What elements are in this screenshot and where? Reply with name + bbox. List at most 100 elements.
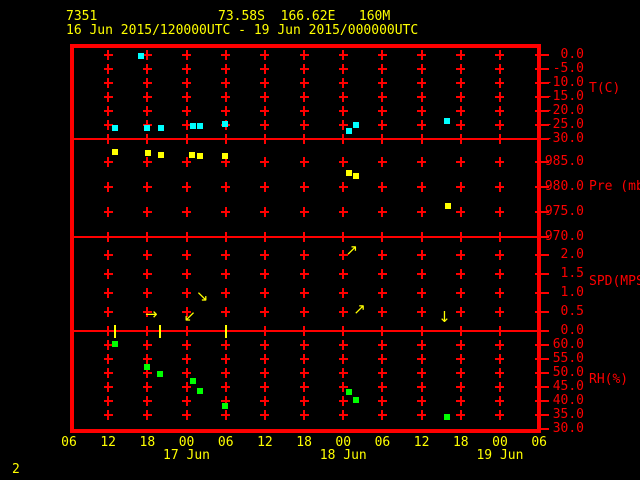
grid-plus: [459, 367, 462, 378]
time-range: 16 Jun 2015/120000UTC - 19 Jun 2015/0000…: [66, 23, 419, 38]
grid-plus: [263, 206, 266, 217]
grid-plus: [185, 395, 188, 406]
grid-stub: [538, 325, 541, 336]
grid-plus: [538, 249, 541, 260]
grid-plus: [263, 249, 266, 260]
grid-plus: [459, 287, 462, 298]
grid-plus: [146, 249, 149, 260]
humidity-point: [444, 413, 451, 420]
grid-plus: [538, 395, 541, 406]
grid-plus: [538, 105, 541, 116]
grid-plus: [420, 105, 423, 116]
grid-plus: [538, 156, 541, 167]
grid-plus: [263, 50, 266, 60]
grid-plus: [263, 77, 266, 88]
grid-plus: [498, 77, 501, 88]
grid-plus: [459, 63, 462, 74]
grid-plus: [185, 63, 188, 74]
grid-plus: [303, 339, 306, 350]
grid-plus: [107, 50, 110, 60]
grid-plus: [498, 105, 501, 116]
grid-plus: [459, 50, 462, 60]
grid-stub: [342, 325, 345, 336]
grid-plus: [459, 249, 462, 260]
axis-tick-label: -5.0: [552, 60, 584, 76]
grid-plus: [263, 353, 266, 364]
temperature-point: [143, 125, 150, 132]
meteogram-screen: 7351 73.58S 166.62E 160M 16 Jun 2015/120…: [0, 0, 640, 480]
grid-plus: [420, 268, 423, 279]
grid-plus: [420, 63, 423, 74]
grid-plus: [342, 206, 345, 217]
grid-plus: [498, 381, 501, 392]
grid-plus: [224, 339, 227, 350]
grid-stub: [498, 231, 501, 242]
grid-plus: [146, 381, 149, 392]
grid-plus: [420, 339, 423, 350]
grid-plus: [498, 287, 501, 298]
wind-arrow: ↗: [353, 300, 366, 319]
grid-plus: [107, 353, 110, 364]
grid-plus: [263, 306, 266, 317]
grid-plus: [420, 306, 423, 317]
grid-plus: [381, 181, 384, 192]
grid-plus: [342, 409, 345, 420]
grid-plus: [303, 77, 306, 88]
grid-plus: [342, 339, 345, 350]
grid-stub: [263, 325, 266, 336]
grid-stub: [185, 325, 188, 336]
grid-plus: [263, 268, 266, 279]
grid-plus: [420, 50, 423, 60]
panel-label: RH(%): [589, 372, 629, 387]
grid-stub: [263, 231, 266, 242]
grid-plus: [303, 287, 306, 298]
grid-plus: [420, 409, 423, 420]
grid-plus: [381, 119, 384, 130]
grid-plus: [538, 50, 541, 60]
grid-plus: [263, 367, 266, 378]
grid-plus: [381, 249, 384, 260]
grid-plus: [107, 306, 110, 317]
x-hour-label: 18: [452, 435, 469, 450]
grid-plus: [459, 353, 462, 364]
x-date-label: 17 Jun: [163, 448, 211, 463]
humidity-point: [111, 341, 118, 348]
grid-plus: [107, 367, 110, 378]
grid-plus: [538, 381, 541, 392]
grid-plus: [263, 156, 266, 167]
grid-plus: [263, 339, 266, 350]
grid-plus: [342, 91, 345, 102]
grid-plus: [459, 306, 462, 317]
grid-plus: [185, 156, 188, 167]
grid-plus: [107, 181, 110, 192]
grid-plus: [146, 181, 149, 192]
grid-stub: [263, 133, 266, 144]
grid-plus: [498, 50, 501, 60]
humidity-point: [143, 364, 150, 371]
grid-stub: [342, 133, 345, 144]
axis-tick-label: 55.0: [552, 350, 584, 366]
grid-stub: [185, 231, 188, 242]
grid-plus: [146, 77, 149, 88]
axis-tick-label: 40.0: [552, 392, 584, 408]
grid-plus: [263, 287, 266, 298]
grid-plus: [498, 206, 501, 217]
grid-plus: [263, 91, 266, 102]
grid-plus: [263, 409, 266, 420]
humidity-point: [346, 389, 353, 396]
grid-plus: [107, 249, 110, 260]
axis-tick-label: -30.0: [544, 130, 584, 146]
grid-plus: [224, 409, 227, 420]
wind-calm-mark: [159, 324, 162, 338]
grid-plus: [498, 63, 501, 74]
grid-stub: [420, 231, 423, 242]
wind-arrow: ↙: [183, 306, 197, 325]
grid-plus: [420, 156, 423, 167]
grid-plus: [538, 353, 541, 364]
panel-label: T(C): [589, 81, 621, 96]
grid-stub: [538, 133, 541, 144]
grid-stub: [303, 231, 306, 242]
wind-arrow: ↘: [195, 287, 209, 306]
grid-plus: [342, 353, 345, 364]
grid-stub: [538, 231, 541, 242]
